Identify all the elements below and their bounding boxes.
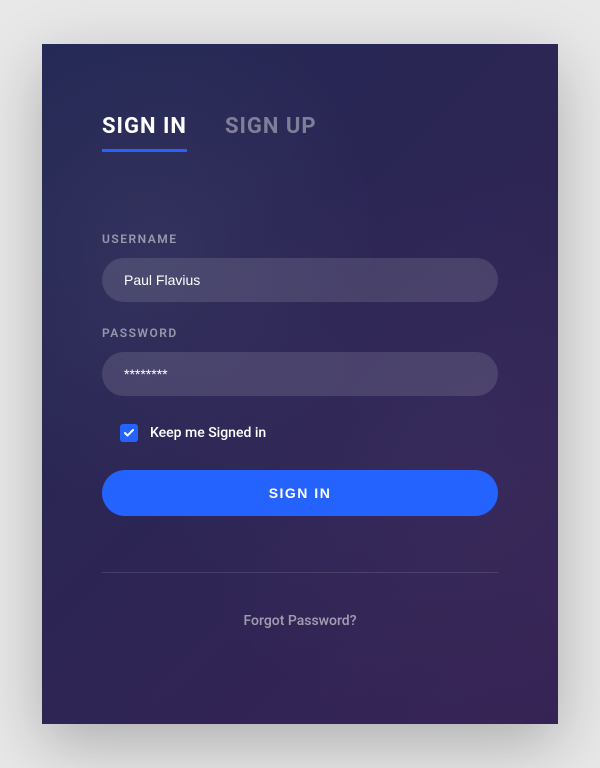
tab-signup[interactable]: SIGN UP [225,114,317,152]
check-icon [123,427,135,439]
signin-card: SIGN IN SIGN UP USERNAME PASSWORD Keep m… [42,44,558,724]
tab-signin[interactable]: SIGN IN [102,114,187,152]
remember-row: Keep me Signed in [120,424,498,442]
forgot-password-link[interactable]: Forgot Password? [102,613,498,629]
password-label: PASSWORD [102,326,498,340]
password-input[interactable] [102,352,498,396]
remember-label: Keep me Signed in [150,425,266,441]
username-label: USERNAME [102,232,498,246]
username-input[interactable] [102,258,498,302]
password-group: PASSWORD [102,326,498,396]
signin-button[interactable]: SIGN IN [102,470,498,516]
divider [102,572,498,573]
remember-checkbox[interactable] [120,424,138,442]
username-group: USERNAME [102,232,498,302]
auth-tabs: SIGN IN SIGN UP [102,114,498,152]
